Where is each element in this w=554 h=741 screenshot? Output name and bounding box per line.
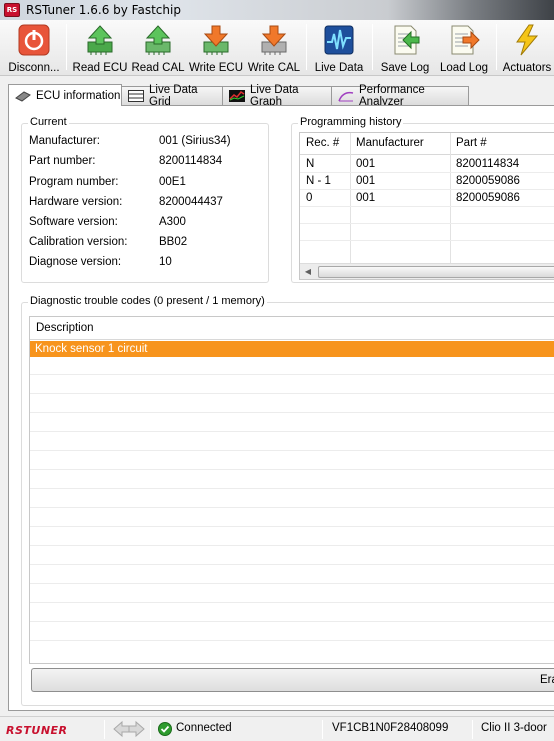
read-ecu-icon — [84, 24, 116, 56]
connection-status: Connected — [176, 722, 232, 734]
read-cal-icon — [142, 24, 174, 56]
grid-icon — [128, 90, 144, 102]
software-version-label: Software version: — [29, 216, 118, 228]
ecu-chip-icon — [15, 90, 31, 102]
write-ecu-icon — [200, 24, 232, 56]
erase-dtc-button[interactable]: Era — [31, 668, 554, 692]
connected-check-icon — [158, 722, 172, 739]
dyno-icon — [338, 90, 354, 102]
app-icon: RS — [4, 3, 20, 17]
tab-performance-analyzer[interactable]: Performance Analyzer — [331, 84, 469, 108]
live-data-button[interactable]: Live Data — [310, 22, 368, 74]
history-scroll-thumb[interactable] — [318, 266, 554, 278]
graph-icon — [229, 90, 245, 102]
calibration-version-value: BB02 — [159, 236, 188, 248]
part-number-label: Part number: — [29, 155, 96, 167]
read-ecu-button[interactable]: Read ECU — [70, 22, 130, 74]
scroll-left-icon[interactable]: ◀ — [300, 264, 316, 279]
tab-ecu-information[interactable]: ECU information — [8, 84, 122, 106]
diagnose-version-label: Diagnose version: — [29, 256, 122, 268]
history-header: Rec. # Manufacturer Part # — [300, 133, 554, 155]
read-cal-button[interactable]: Read CAL — [130, 22, 186, 74]
load-log-button[interactable]: Load Log — [436, 22, 492, 74]
tab-live-data-grid[interactable]: Live Data Grid — [121, 84, 223, 108]
program-number-label: Program number: — [29, 176, 119, 188]
programming-history-title: Programming history — [298, 116, 404, 128]
diagnose-version-value: 10 — [159, 256, 172, 268]
program-number-value: 00E1 — [159, 176, 186, 188]
software-version-value: A300 — [159, 216, 186, 228]
svg-text:RSTUNER: RSTUNER — [6, 724, 68, 736]
vehicle-model: Clio II 3-door — [481, 722, 547, 734]
history-col-part[interactable]: Part # — [456, 137, 487, 149]
window-title: RSTuner 1.6.6 by Fastchip — [26, 3, 181, 17]
history-col-manufacturer[interactable]: Manufacturer — [356, 137, 424, 149]
dtc-grid[interactable]: Description Knock sensor 1 circuit — [29, 316, 554, 664]
part-number-value: 8200114834 — [159, 155, 223, 167]
history-col-rec[interactable]: Rec. # — [306, 137, 339, 149]
toolbar: Disconn... Read ECU Read CAL Write ECU W… — [0, 20, 554, 76]
hardware-version-label: Hardware version: — [29, 196, 123, 208]
save-log-icon — [389, 24, 421, 56]
disconnect-icon — [18, 24, 50, 56]
history-horizontal-scrollbar[interactable]: ◀ — [300, 263, 554, 279]
title-bar: RS RSTuner 1.6.6 by Fastchip — [0, 0, 554, 20]
vin-display: VF1CB1N0F28408099 — [332, 722, 449, 734]
tab-strip: ECU information Live Data Grid Live Data… — [8, 84, 554, 108]
live-data-icon — [323, 24, 355, 56]
actuators-icon — [511, 24, 543, 56]
dtc-row[interactable]: Knock sensor 1 circuit — [30, 341, 554, 357]
save-log-button[interactable]: Save Log — [376, 22, 434, 74]
write-ecu-button[interactable]: Write ECU — [188, 22, 244, 74]
write-cal-button[interactable]: Write CAL — [246, 22, 302, 74]
tab-live-data-graph[interactable]: Live Data Graph — [222, 84, 332, 108]
hardware-version-value: 8200044437 — [159, 196, 223, 208]
manufacturer-label: Manufacturer: — [29, 135, 100, 147]
load-log-icon — [448, 24, 480, 56]
ecu-information-panel: Current Manufacturer: 001 (Sirius34) Par… — [8, 105, 554, 711]
write-cal-icon — [258, 24, 290, 56]
connection-arrows-icon — [112, 720, 146, 741]
calibration-version-label: Calibration version: — [29, 236, 128, 248]
disconnect-button[interactable]: Disconn... — [4, 22, 64, 74]
status-bar: RSTUNER Connected VF1CB1N0F28408099 Clio… — [0, 716, 554, 741]
manufacturer-value: 001 (Sirius34) — [159, 135, 231, 147]
programming-history-grid[interactable]: Rec. # Manufacturer Part # N 001 8200114… — [299, 132, 554, 280]
dtc-header: Description — [30, 317, 554, 340]
rstuner-logo: RSTUNER — [6, 723, 98, 739]
dtc-group-title: Diagnostic trouble codes (0 present / 1 … — [28, 295, 267, 307]
dtc-col-description[interactable]: Description — [36, 322, 94, 334]
current-group-title: Current — [28, 116, 69, 128]
actuators-button[interactable]: Actuators — [500, 22, 554, 74]
